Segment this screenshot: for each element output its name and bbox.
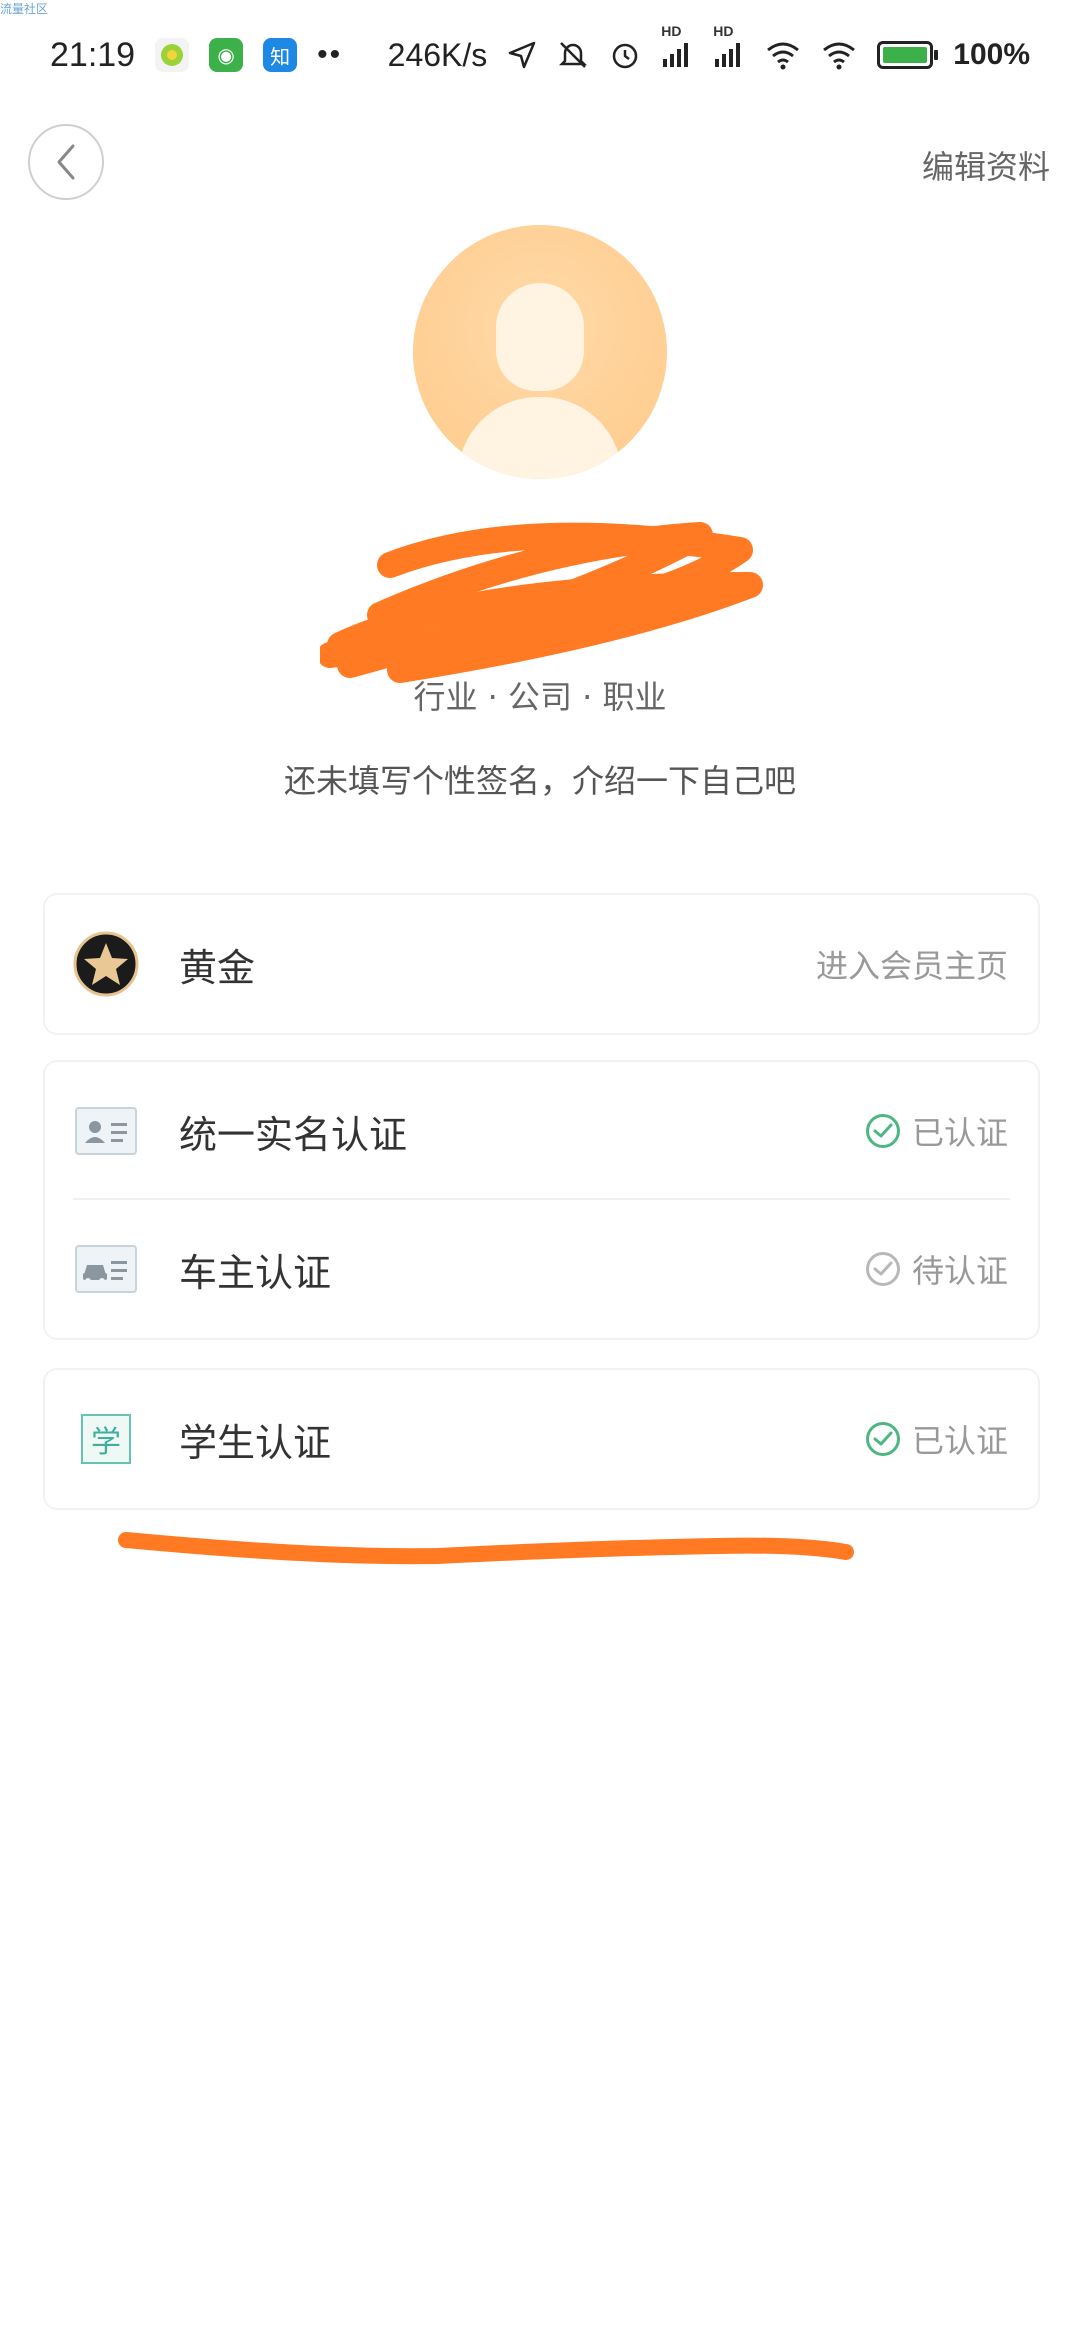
alarm-icon bbox=[613, 43, 638, 69]
edit-profile-button[interactable]: 编辑资料 bbox=[922, 142, 1050, 188]
battery-percent: 100% bbox=[953, 38, 1030, 71]
battery-icon bbox=[877, 41, 939, 69]
profile-signature[interactable]: 还未填写个性签名，介绍一下自己吧 bbox=[0, 756, 1080, 802]
check-circle-icon bbox=[865, 1422, 900, 1456]
verification-card: 统一实名认证 已认证 车主认证 待认证 bbox=[45, 1062, 1038, 1338]
profile-meta: 行业 · 公司 · 职业 bbox=[413, 678, 667, 716]
highlight-underline bbox=[118, 1532, 854, 1565]
cellular-signal-icon-2: HD bbox=[713, 23, 745, 69]
location-icon bbox=[509, 41, 536, 69]
zhihu-notification-icon: 知 bbox=[263, 38, 298, 72]
verification-label: 车主认证 bbox=[179, 1250, 332, 1295]
student-icon: 学 bbox=[73, 1406, 139, 1472]
verification-status: 待认证 bbox=[865, 1246, 1008, 1292]
battery-fill bbox=[883, 47, 928, 63]
verification-label: 统一实名认证 bbox=[179, 1112, 408, 1157]
status-time: 21:19 bbox=[50, 35, 136, 74]
car-id-card-icon bbox=[73, 1236, 139, 1302]
wifi-icon-2 bbox=[823, 42, 856, 70]
more-notifications-icon: •• bbox=[317, 38, 343, 71]
mute-bell-icon bbox=[559, 42, 588, 68]
id-card-icon bbox=[73, 1098, 139, 1164]
status-bar-left: 21:19 ◉ 知 •• bbox=[50, 36, 342, 75]
back-button[interactable] bbox=[28, 124, 104, 200]
hd-label-2: HD bbox=[713, 23, 734, 39]
hd-label-1: HD bbox=[661, 23, 682, 39]
avatar[interactable] bbox=[413, 225, 667, 479]
membership-card[interactable]: 黄金 进入会员主页 bbox=[45, 895, 1038, 1033]
student-verification-card: 学 学生认证 已认证 bbox=[45, 1370, 1038, 1508]
check-circle-icon bbox=[865, 1252, 900, 1286]
check-circle-icon bbox=[865, 1114, 900, 1148]
membership-link[interactable]: 进入会员主页 bbox=[816, 941, 1008, 987]
student-verification-row[interactable]: 学 学生认证 已认证 bbox=[45, 1370, 1038, 1508]
membership-row[interactable]: 黄金 进入会员主页 bbox=[45, 895, 1038, 1033]
watermark: 流量社区 bbox=[0, 2, 49, 16]
car-owner-verification-row[interactable]: 车主认证 待认证 bbox=[45, 1200, 1038, 1338]
real-name-verification-row[interactable]: 统一实名认证 已认证 bbox=[45, 1062, 1038, 1200]
chevron-left-icon bbox=[57, 144, 75, 180]
cellular-signal-icon-1: HD bbox=[661, 23, 693, 69]
avatar-body-shape bbox=[458, 397, 622, 479]
status-bar-right: 246K/s HD HD 100% bbox=[387, 23, 1030, 74]
wifi-icon-1 bbox=[767, 42, 800, 70]
verification-label: 学生认证 bbox=[179, 1420, 332, 1465]
verification-status: 已认证 bbox=[865, 1108, 1008, 1154]
avatar-head-shape bbox=[496, 283, 584, 391]
verification-status: 已认证 bbox=[865, 1416, 1008, 1462]
verification-status-text: 待认证 bbox=[911, 1252, 1008, 1290]
verification-status-text: 已认证 bbox=[911, 1422, 1008, 1460]
app-notification-icon bbox=[155, 38, 190, 72]
network-speed: 246K/s bbox=[387, 36, 488, 73]
verification-status-text: 已认证 bbox=[911, 1114, 1008, 1152]
app-notification-icon-2: ◉ bbox=[209, 38, 244, 72]
status-bar: 21:19 ◉ 知 •• 246K/s HD HD 100% bbox=[0, 20, 1080, 90]
redaction-scribble bbox=[320, 522, 763, 683]
membership-level: 黄金 bbox=[179, 945, 256, 990]
gold-star-icon bbox=[73, 931, 139, 997]
profile-page: 流量社区 21:19 ◉ 知 •• 246K/s HD HD 100% 编辑资料… bbox=[0, 0, 1080, 2340]
